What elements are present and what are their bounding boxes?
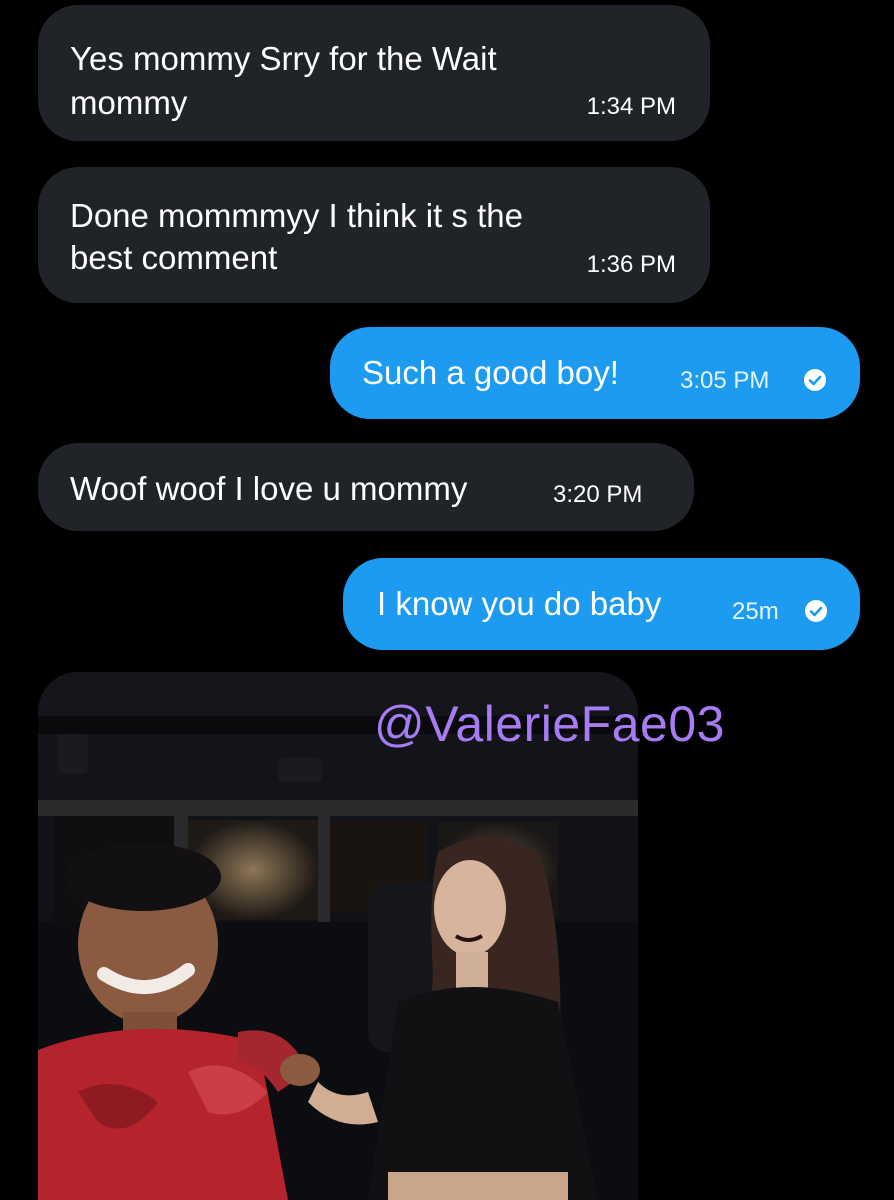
message-text-line1: Yes mommy Srry for the Wait — [70, 40, 497, 77]
incoming-message[interactable]: Done mommmyy I think it s the best comme… — [38, 167, 710, 303]
message-text-line2: best comment — [70, 239, 278, 276]
dm-conversation: Yes mommy Srry for the Wait mommy 1:34 P… — [0, 0, 894, 1200]
check-circle-icon — [804, 369, 826, 391]
message-text: I know you do baby — [377, 585, 662, 622]
incoming-message[interactable]: Woof woof I love u mommy 3:20 PM — [38, 443, 694, 531]
message-timestamp: 1:34 PM — [586, 93, 676, 120]
incoming-message[interactable]: Yes mommy Srry for the Wait mommy 1:34 P… — [38, 5, 710, 141]
check-circle-icon — [805, 600, 827, 622]
outgoing-message[interactable]: I know you do baby 25m — [343, 558, 860, 650]
message-timestamp: 3:20 PM — [553, 481, 643, 508]
outgoing-message[interactable]: Such a good boy! 3:05 PM — [330, 327, 860, 419]
message-timestamp: 3:05 PM — [680, 367, 770, 394]
message-text-line1: Done mommmyy I think it s the — [70, 197, 523, 234]
message-text: Such a good boy! — [362, 354, 619, 391]
watermark-handle: @ValerieFae03 — [374, 696, 725, 752]
message-timestamp: 1:36 PM — [586, 251, 676, 278]
message-text: Woof woof I love u mommy — [70, 470, 468, 507]
message-text-line2: mommy — [70, 84, 188, 121]
message-timestamp: 25m — [732, 598, 779, 625]
